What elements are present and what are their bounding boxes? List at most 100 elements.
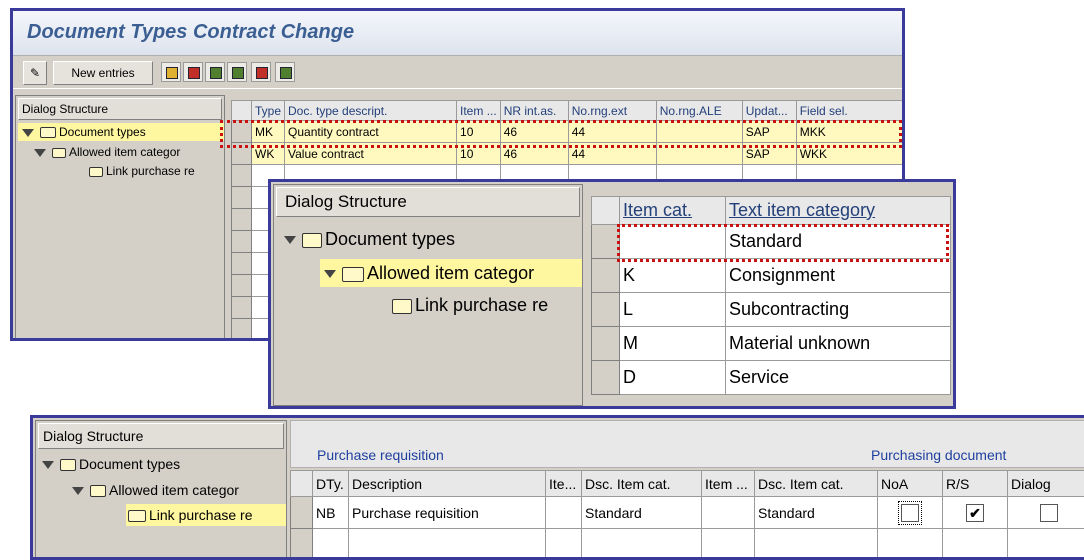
- expand-triangle-icon[interactable]: [34, 149, 46, 157]
- tree-item-link-purchase-req[interactable]: Link purchase re: [126, 504, 286, 526]
- expand-triangle-icon[interactable]: [72, 487, 84, 495]
- row-selector[interactable]: [592, 327, 620, 361]
- tree-item-allowed-item-categories[interactable]: Allowed item categor: [72, 479, 239, 501]
- undo-change-icon[interactable]: [205, 62, 225, 82]
- cell-no-rng-ext[interactable]: 44: [568, 121, 656, 143]
- column-header[interactable]: Item ...: [457, 101, 501, 121]
- cell-no-rng-ale[interactable]: [656, 121, 742, 143]
- column-header[interactable]: Item cat.: [620, 197, 726, 225]
- cell-description[interactable]: Quantity contract: [285, 121, 457, 143]
- cell-item-cat[interactable]: D: [620, 361, 726, 395]
- column-header[interactable]: Field sel.: [796, 101, 905, 121]
- cell-update[interactable]: SAP: [742, 143, 796, 165]
- cell-item-cat[interactable]: L: [620, 293, 726, 327]
- column-header[interactable]: Dsc. Item cat.: [755, 471, 878, 497]
- column-header[interactable]: NoA: [878, 471, 943, 497]
- cell-field-sel[interactable]: WKK: [796, 143, 905, 165]
- table-row[interactable]: WK Value contract 10 46 44 SAP WKK: [232, 143, 906, 165]
- column-header[interactable]: No.rng.ALE: [656, 101, 742, 121]
- cell-text-item-category[interactable]: Service: [726, 361, 951, 395]
- column-header[interactable]: Item ...: [702, 471, 755, 497]
- column-header[interactable]: R/S: [943, 471, 1008, 497]
- rs-checkbox[interactable]: ✔: [966, 504, 984, 522]
- table-row[interactable]: M Material unknown: [592, 327, 951, 361]
- tree-item-document-types[interactable]: Document types: [18, 123, 224, 141]
- table-row[interactable]: [291, 529, 1084, 559]
- cell-item-cat[interactable]: [620, 225, 726, 259]
- dialog-checkbox[interactable]: [1040, 504, 1058, 522]
- cell-nr-int[interactable]: 46: [500, 143, 568, 165]
- delete-icon[interactable]: [183, 62, 203, 82]
- column-header[interactable]: Dialog: [1008, 471, 1084, 497]
- cell-item[interactable]: 10: [457, 143, 501, 165]
- row-selector[interactable]: [232, 165, 252, 187]
- tree-item-link-purchase-req[interactable]: Link purchase re: [89, 162, 195, 180]
- select-all-cell[interactable]: [592, 197, 620, 225]
- table-row[interactable]: Standard: [592, 225, 951, 259]
- tree-item-allowed-item-categories[interactable]: Allowed item categor: [34, 143, 180, 161]
- row-selector[interactable]: [232, 209, 252, 231]
- select-all-cell[interactable]: [232, 101, 252, 121]
- cell-nr-int[interactable]: 46: [500, 121, 568, 143]
- row-selector[interactable]: [291, 497, 313, 529]
- cell-no-rng-ale[interactable]: [656, 143, 742, 165]
- tree-item-document-types[interactable]: Document types: [42, 453, 180, 475]
- expand-triangle-icon[interactable]: [42, 461, 54, 469]
- table-row[interactable]: K Consignment: [592, 259, 951, 293]
- column-header[interactable]: Text item category: [726, 197, 951, 225]
- copy-as-icon[interactable]: [161, 62, 181, 82]
- cell-dsc-item-cat-2[interactable]: Standard: [755, 497, 878, 529]
- column-header[interactable]: DTy.: [313, 471, 349, 497]
- new-entries-button[interactable]: New entries: [53, 61, 153, 85]
- column-header[interactable]: NR int.as.: [500, 101, 568, 121]
- row-selector[interactable]: [232, 187, 252, 209]
- column-header[interactable]: Type: [252, 101, 285, 121]
- cell-update[interactable]: SAP: [742, 121, 796, 143]
- display-change-icon[interactable]: ✎: [23, 61, 47, 85]
- select-block-icon[interactable]: [251, 62, 271, 82]
- column-header[interactable]: Updat...: [742, 101, 796, 121]
- row-selector[interactable]: [232, 121, 252, 143]
- row-selector[interactable]: [232, 231, 252, 253]
- row-selector[interactable]: [232, 319, 252, 341]
- column-header[interactable]: Description: [349, 471, 546, 497]
- cell-dty[interactable]: NB: [313, 497, 349, 529]
- column-header[interactable]: No.rng.ext: [568, 101, 656, 121]
- table-row[interactable]: L Subcontracting: [592, 293, 951, 327]
- cell-dsc-item-cat[interactable]: Standard: [582, 497, 702, 529]
- cell-text-item-category[interactable]: Subcontracting: [726, 293, 951, 327]
- cell-description[interactable]: Value contract: [285, 143, 457, 165]
- cell-item-cat[interactable]: M: [620, 327, 726, 361]
- column-header[interactable]: Ite...: [546, 471, 582, 497]
- table-row[interactable]: D Service: [592, 361, 951, 395]
- select-all-icon[interactable]: [227, 62, 247, 82]
- row-selector[interactable]: [592, 361, 620, 395]
- tree-item-allowed-item-categories[interactable]: Allowed item categor: [320, 259, 582, 287]
- cell-text-item-category[interactable]: Standard: [726, 225, 951, 259]
- cell-item[interactable]: 10: [457, 121, 501, 143]
- deselect-all-icon[interactable]: [275, 62, 295, 82]
- expand-triangle-icon[interactable]: [324, 270, 336, 278]
- row-selector[interactable]: [232, 253, 252, 275]
- tree-item-document-types[interactable]: Document types: [284, 225, 455, 253]
- cell-ite[interactable]: [546, 497, 582, 529]
- table-row[interactable]: NB Purchase requisition Standard Standar…: [291, 497, 1084, 529]
- tree-item-link-purchase-req[interactable]: Link purchase re: [392, 291, 548, 319]
- table-row[interactable]: MK Quantity contract 10 46 44 SAP MKK: [232, 121, 906, 143]
- row-selector[interactable]: [232, 297, 252, 319]
- cell-item[interactable]: [702, 497, 755, 529]
- cell-item-cat[interactable]: K: [620, 259, 726, 293]
- cell-type[interactable]: WK: [252, 143, 285, 165]
- row-selector[interactable]: [592, 225, 620, 259]
- cell-description[interactable]: Purchase requisition: [349, 497, 546, 529]
- cell-no-rng-ext[interactable]: 44: [568, 143, 656, 165]
- row-selector[interactable]: [592, 293, 620, 327]
- expand-triangle-icon[interactable]: [22, 129, 34, 137]
- row-selector[interactable]: [232, 143, 252, 165]
- select-all-cell[interactable]: [291, 471, 313, 497]
- row-selector[interactable]: [592, 259, 620, 293]
- row-selector[interactable]: [291, 529, 313, 559]
- row-selector[interactable]: [232, 275, 252, 297]
- cell-type[interactable]: MK: [252, 121, 285, 143]
- column-header[interactable]: Doc. type descript.: [285, 101, 457, 121]
